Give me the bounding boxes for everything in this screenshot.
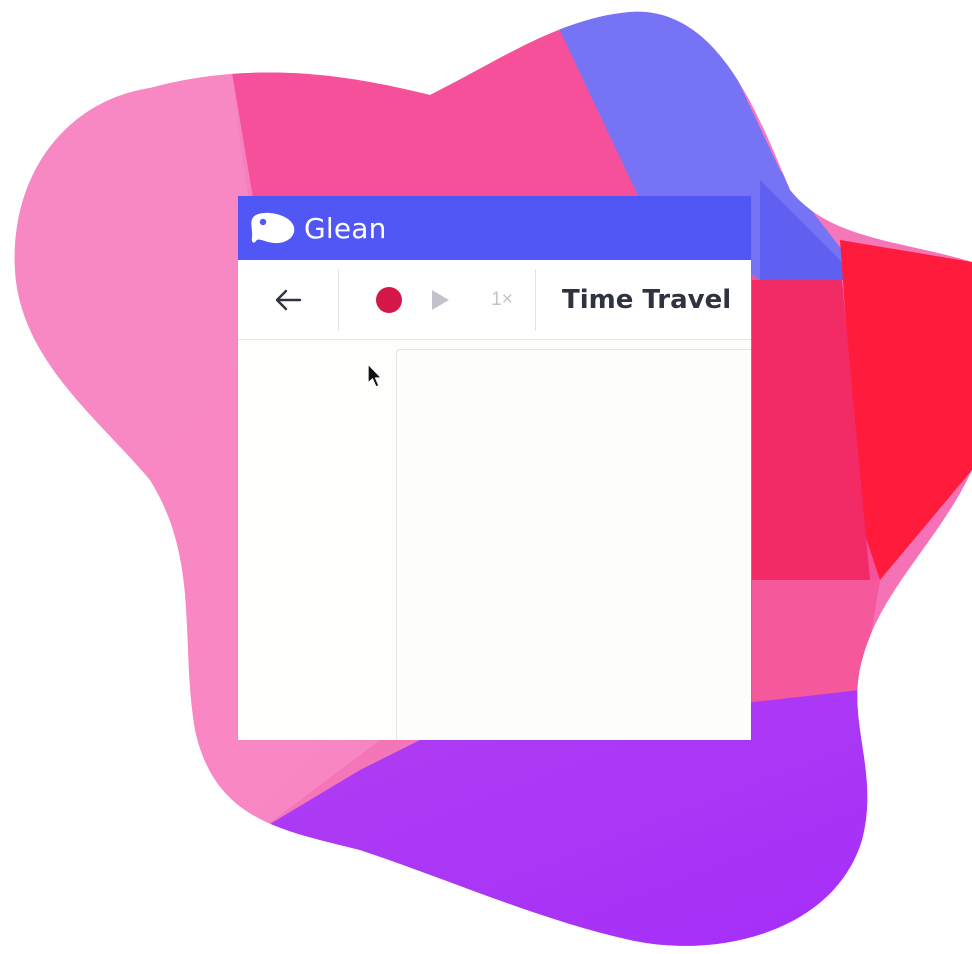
panel-title: Time Travel bbox=[562, 284, 732, 315]
app-window: Glean 1× Time Travel bbox=[238, 196, 751, 740]
side-panel bbox=[238, 340, 396, 740]
toolbar: 1× Time Travel bbox=[238, 260, 751, 340]
arrow-left-icon bbox=[275, 289, 302, 310]
mouse-pointer-icon bbox=[367, 363, 383, 388]
stage: Glean 1× Time Travel bbox=[0, 0, 972, 954]
title-bar: Glean bbox=[238, 196, 751, 260]
playback-speed-button[interactable]: 1× bbox=[469, 268, 535, 332]
glean-logo-icon bbox=[251, 212, 295, 244]
record-icon bbox=[376, 286, 402, 313]
content-area bbox=[238, 340, 751, 740]
back-button[interactable] bbox=[238, 268, 338, 332]
play-button[interactable] bbox=[415, 268, 465, 332]
main-panel bbox=[396, 349, 751, 740]
play-icon bbox=[432, 289, 449, 310]
app-name: Glean bbox=[304, 211, 387, 245]
